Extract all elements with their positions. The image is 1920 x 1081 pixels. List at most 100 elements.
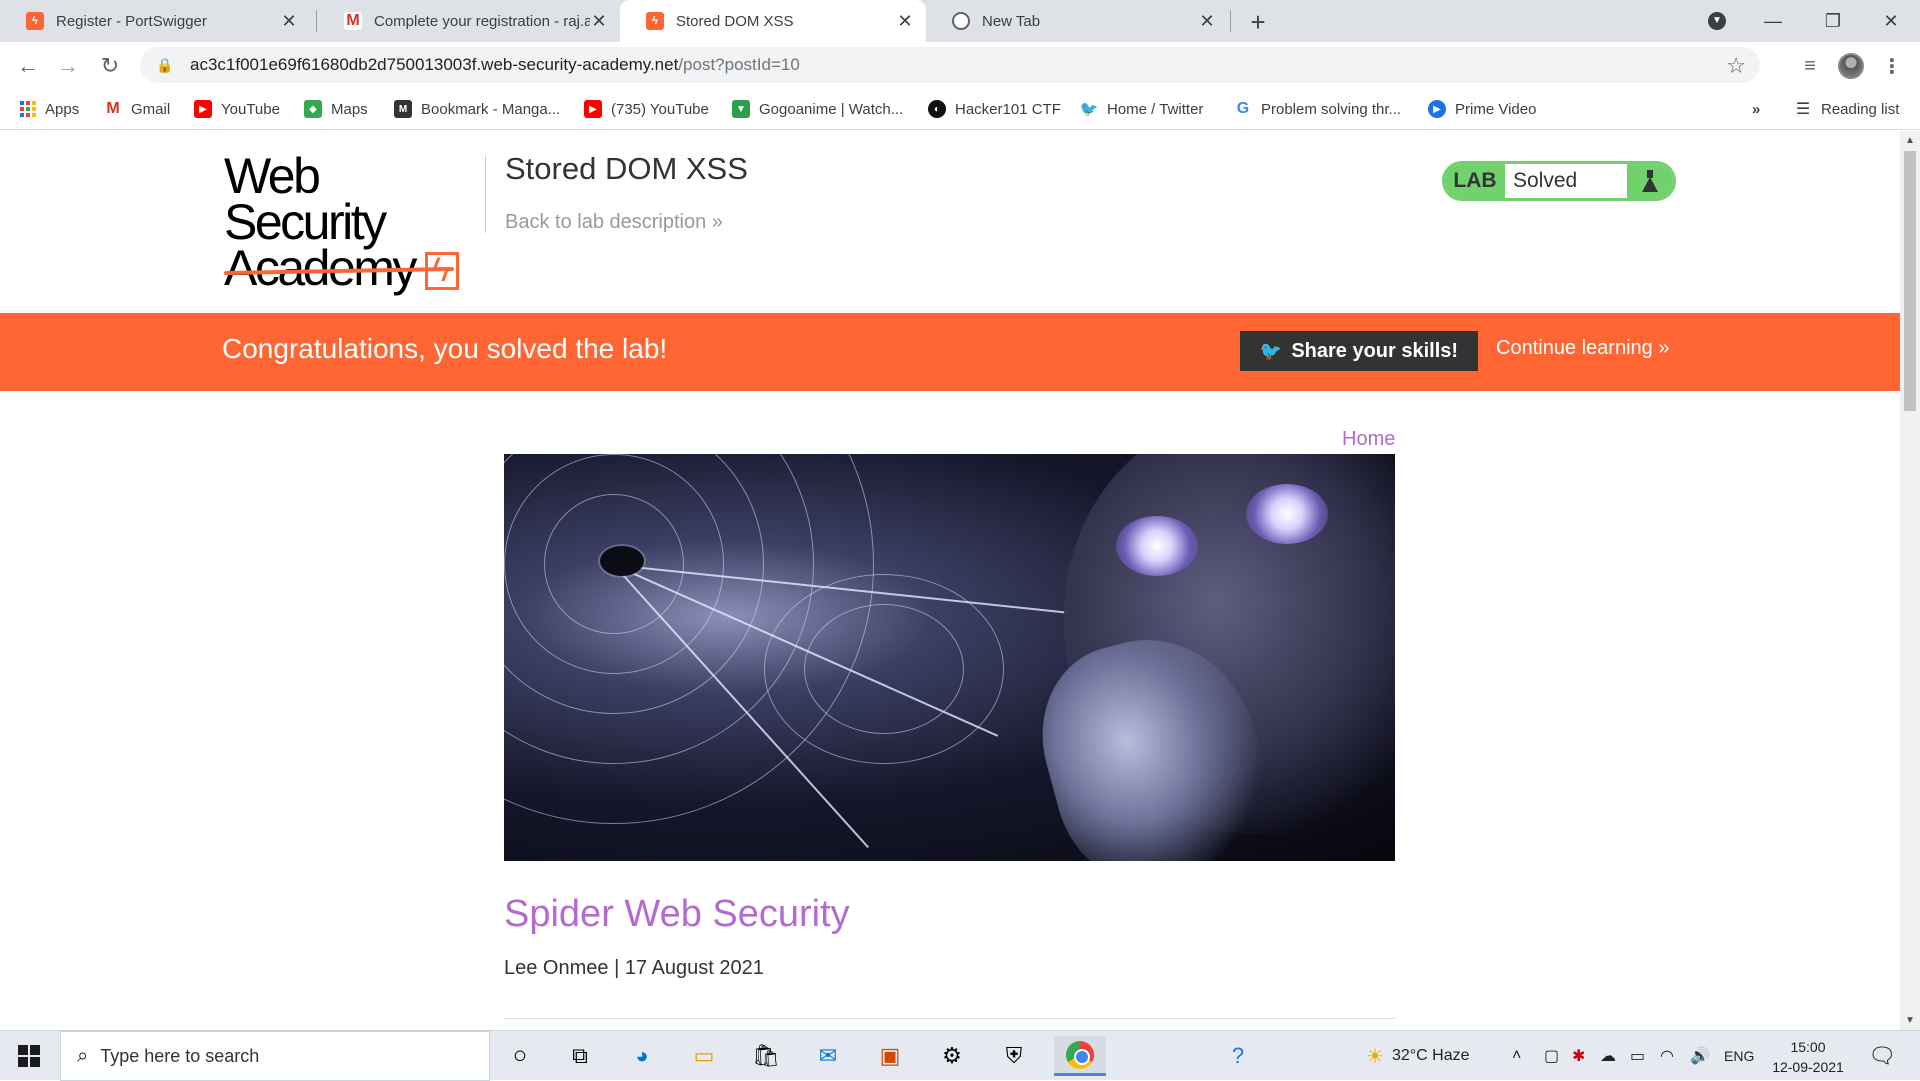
bookmark-youtube[interactable]: ▶ YouTube (194, 98, 280, 120)
close-window-button[interactable]: ✕ (1862, 0, 1920, 42)
reload-icon[interactable]: ↻ (96, 52, 124, 80)
bookmark-label: Maps (331, 100, 368, 118)
tab-gmail-registration[interactable]: M Complete your registration - raj.a ✕ (318, 0, 620, 42)
search-icon: ⌕ (77, 1044, 89, 1067)
tab-register-portswigger[interactable]: ϟ Register - PortSwigger ✕ (0, 0, 310, 42)
lab-badge: LAB (1445, 164, 1505, 198)
bookmarks-bar: Apps M Gmail ▶ YouTube ◆ Maps M Bookmark… (0, 88, 1920, 130)
close-icon[interactable]: ✕ (590, 11, 608, 31)
bookmark-gmail[interactable]: M Gmail (104, 98, 170, 120)
show-hidden-icons-button[interactable]: ˄ (1512, 1031, 1521, 1081)
meet-now-icon[interactable]: ▢ (1544, 1031, 1559, 1081)
bookmark-hacker101[interactable]: ◐ Hacker101 CTF (928, 98, 1061, 120)
gmail-icon: M (106, 100, 120, 117)
windows-logo-icon (18, 1045, 40, 1067)
maps-icon: ◆ (304, 100, 322, 118)
language-indicator[interactable]: ENG (1724, 1031, 1754, 1081)
cortana-icon[interactable]: ○ (500, 1036, 540, 1076)
profile-avatar[interactable] (1838, 53, 1864, 79)
bookmark-maps[interactable]: ◆ Maps (304, 98, 368, 120)
portswigger-icon: ϟ (26, 12, 44, 30)
chrome-icon (952, 12, 970, 30)
notifications-icon[interactable]: 🗨 (1868, 1031, 1896, 1081)
chrome-taskbar-button[interactable] (1054, 1036, 1106, 1076)
scrollbar-thumb[interactable] (1904, 151, 1916, 411)
taskbar-search[interactable]: ⌕ (60, 1031, 490, 1081)
bookmark-label: YouTube (221, 100, 280, 118)
bookmark-star-icon[interactable]: ☆ (1726, 53, 1746, 79)
minimize-button[interactable]: — (1744, 0, 1802, 42)
close-icon[interactable]: ✕ (896, 11, 914, 31)
bookmark-label: Gmail (131, 100, 171, 118)
bookmark-apps[interactable]: Apps (20, 98, 79, 120)
app-tray-icon[interactable]: ✱ (1572, 1031, 1585, 1081)
start-button[interactable] (0, 1031, 58, 1081)
address-bar[interactable]: 🔒 ac3c1f001e69f61680db2d750013003f.web-s… (140, 47, 1760, 83)
weather-widget[interactable]: ☀ 32°C Haze (1366, 1031, 1469, 1081)
google-icon: G (1236, 100, 1250, 117)
office-app-icon[interactable]: ▣ (870, 1036, 910, 1076)
tab-separator (316, 10, 317, 32)
forward-arrow-icon[interactable]: → (54, 52, 82, 80)
reading-list-button[interactable]: ☰ Reading list (1794, 98, 1900, 120)
back-arrow-icon[interactable]: ← (14, 52, 42, 80)
task-view-icon[interactable]: ⧉ (560, 1036, 600, 1076)
bookmark-problem-solving[interactable]: G Problem solving thr... (1234, 98, 1401, 120)
file-explorer-icon[interactable]: ▭ (684, 1036, 724, 1076)
share-your-skills-button[interactable]: 🐦 Share your skills! (1240, 331, 1478, 371)
edge-icon[interactable]: ◕ (622, 1036, 662, 1076)
web-security-academy-logo[interactable]: Web Security Academy (223, 151, 484, 293)
hacker101-icon: ◐ (928, 100, 946, 118)
store-icon[interactable]: 🛍 (746, 1036, 786, 1076)
page-scrollbar[interactable]: ▲ ▼ (1900, 131, 1920, 1030)
chrome-icon (1066, 1040, 1094, 1069)
tab-strip: ϟ Register - PortSwigger ✕ M Complete yo… (0, 0, 1920, 42)
mail-icon[interactable]: ✉ (808, 1036, 848, 1076)
url-text[interactable]: ac3c1f001e69f61680db2d750013003f.web-sec… (190, 55, 800, 75)
gmail-icon: M (344, 12, 362, 30)
post-author-date: Lee Onmee | 17 August 2021 (504, 957, 764, 979)
close-icon[interactable]: ✕ (1198, 11, 1216, 31)
bookmark-gogoanime[interactable]: ▼ Gogoanime | Watch... (732, 98, 903, 120)
menu-kebab-icon[interactable]: ⋮ (1878, 52, 1906, 80)
wifi-icon[interactable]: ◠ (1660, 1031, 1674, 1081)
bookmarks-overflow-button[interactable]: » (1752, 98, 1760, 120)
tab-new-tab[interactable]: New Tab ✕ (926, 0, 1228, 42)
post-title: Spider Web Security (504, 893, 850, 935)
clock[interactable]: 15:00 12-09-2021 (1768, 1037, 1848, 1077)
new-tab-button[interactable]: + (1244, 7, 1272, 37)
url-host: ac3c1f001e69f61680db2d750013003f.web-sec… (190, 55, 679, 74)
bookmark-label: Gogoanime | Watch... (759, 100, 904, 118)
back-to-lab-description-link[interactable]: Back to lab description » (505, 211, 723, 234)
bookmark-twitter[interactable]: 🐦 Home / Twitter (1079, 98, 1204, 120)
youtube-icon: ▶ (584, 100, 602, 118)
scroll-down-icon[interactable]: ▼ (1905, 1015, 1915, 1026)
continue-learning-link[interactable]: Continue learning » (1496, 337, 1669, 360)
lab-status-widget: LAB Solved (1442, 161, 1676, 201)
bookmark-label: Home / Twitter (1107, 100, 1204, 118)
media-control-icon[interactable]: ≡ (1796, 52, 1824, 80)
tab-stored-dom-xss[interactable]: ϟ Stored DOM XSS ✕ (620, 0, 926, 42)
settings-gear-icon[interactable]: ⚙ (932, 1036, 972, 1076)
chevron-down-icon: ▼ (1708, 12, 1726, 30)
bookmark-youtube-735[interactable]: ▶ (735) YouTube (584, 98, 709, 120)
volume-icon[interactable]: 🔊 (1690, 1031, 1710, 1081)
bookmark-prime-video[interactable]: ▶ Prime Video (1428, 98, 1536, 120)
browser-toolbar: ← → ↻ 🔒 ac3c1f001e69f61680db2d750013003f… (0, 42, 1920, 88)
help-icon[interactable]: ? (1218, 1036, 1258, 1076)
lock-icon[interactable]: 🔒 (156, 57, 174, 74)
lab-status-text: Solved (1513, 169, 1578, 192)
solved-banner: Congratulations, you solved the lab! 🐦 S… (0, 313, 1900, 391)
close-icon[interactable]: ✕ (280, 11, 298, 31)
tab-search-button[interactable]: ▼ (1688, 0, 1746, 42)
battery-icon[interactable]: ▭ (1630, 1031, 1645, 1081)
scroll-up-icon[interactable]: ▲ (1905, 135, 1915, 146)
restore-button[interactable]: ❐ (1804, 0, 1862, 42)
onedrive-cloud-icon[interactable]: ☁ (1600, 1031, 1616, 1081)
taskbar-search-input[interactable] (100, 1045, 481, 1067)
bookmark-manga[interactable]: M Bookmark - Manga... (394, 98, 560, 120)
twitter-icon: 🐦 (1079, 101, 1099, 118)
security-shield-icon[interactable]: ⛨ (994, 1036, 1034, 1076)
home-link[interactable]: Home (1342, 428, 1395, 451)
clock-date: 12-09-2021 (1772, 1059, 1844, 1075)
